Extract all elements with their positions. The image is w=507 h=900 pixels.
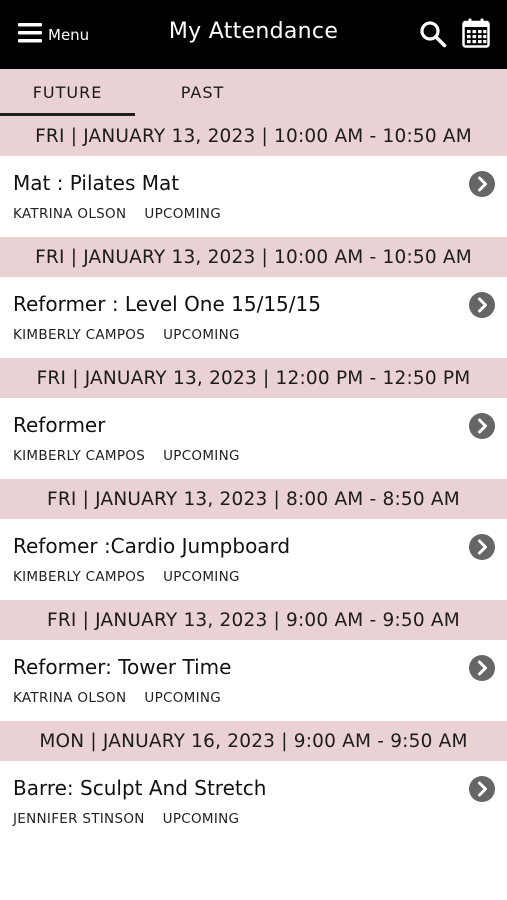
date-header: FRI | JANUARY 13, 2023 | 10:00 AM - 10:5… [0,116,507,156]
date-header: FRI | JANUARY 13, 2023 | 10:00 AM - 10:5… [0,237,507,277]
instructor-name: KIMBERLY CAMPOS [13,569,146,585]
class-meta: KIMBERLY CAMPOS UPCOMING [13,448,240,464]
instructor-name: KIMBERLY CAMPOS [13,448,146,464]
class-name: Reformer [13,413,106,437]
status-label: UPCOMING [162,811,240,827]
class-list-item[interactable]: Reformer KIMBERLY CAMPOS UPCOMING [0,398,507,479]
instructor-name: KATRINA OLSON [13,690,127,706]
chevron-right-circle-icon[interactable] [469,413,495,439]
date-header: FRI | JANUARY 13, 2023 | 8:00 AM - 8:50 … [0,479,507,519]
class-list-item[interactable]: Mat : Pilates Mat KATRINA OLSON UPCOMING [0,156,507,237]
class-meta: KIMBERLY CAMPOS UPCOMING [13,569,240,585]
class-list-item[interactable]: Refomer :Cardio Jumpboard KIMBERLY CAMPO… [0,519,507,600]
tab-past[interactable]: PAST [135,69,270,116]
date-header: FRI | JANUARY 13, 2023 | 9:00 AM - 9:50 … [0,600,507,640]
instructor-name: KATRINA OLSON [13,206,127,222]
chevron-right-circle-icon[interactable] [469,534,495,560]
menu-button[interactable]: Menu [18,20,89,46]
class-name: Reformer: Tower Time [13,655,232,679]
chevron-right-circle-icon[interactable] [469,776,495,802]
class-name: Barre: Sculpt And Stretch [13,776,267,800]
instructor-name: KIMBERLY CAMPOS [13,327,146,343]
instructor-name: JENNIFER STINSON [13,811,145,827]
class-meta: KATRINA OLSON UPCOMING [13,206,221,222]
class-name: Refomer :Cardio Jumpboard [13,534,291,558]
class-name: Reformer : Level One 15/15/15 [13,292,321,316]
chevron-right-circle-icon[interactable] [469,171,495,197]
date-header: MON | JANUARY 16, 2023 | 9:00 AM - 9:50 … [0,721,507,761]
class-name: Mat : Pilates Mat [13,171,180,195]
class-meta: KIMBERLY CAMPOS UPCOMING [13,327,240,343]
status-label: UPCOMING [144,690,222,706]
menu-label: Menu [48,26,90,44]
status-label: UPCOMING [163,569,240,585]
tab-future[interactable]: FUTURE [0,69,135,116]
calendar-icon[interactable] [462,18,490,48]
attendance-tabs: FUTURE PAST [0,69,507,116]
chevron-right-circle-icon[interactable] [469,292,495,318]
class-list-item[interactable]: Reformer: Tower Time KATRINA OLSON UPCOM… [0,640,507,721]
class-list-item[interactable]: Barre: Sculpt And Stretch JENNIFER STINS… [0,761,507,842]
search-icon[interactable] [419,20,447,48]
chevron-right-circle-icon[interactable] [469,655,495,681]
attendance-list: FRI | JANUARY 13, 2023 | 10:00 AM - 10:5… [0,116,507,842]
status-label: UPCOMING [163,327,240,343]
class-list-item[interactable]: Reformer : Level One 15/15/15 KIMBERLY C… [0,277,507,358]
class-meta: KATRINA OLSON UPCOMING [13,690,221,706]
class-meta: JENNIFER STINSON UPCOMING [13,811,239,827]
date-header: FRI | JANUARY 13, 2023 | 12:00 PM - 12:5… [0,358,507,398]
hamburger-icon [18,23,42,43]
status-label: UPCOMING [144,206,222,222]
app-header: Menu My Attendance [0,0,507,69]
status-label: UPCOMING [163,448,240,464]
